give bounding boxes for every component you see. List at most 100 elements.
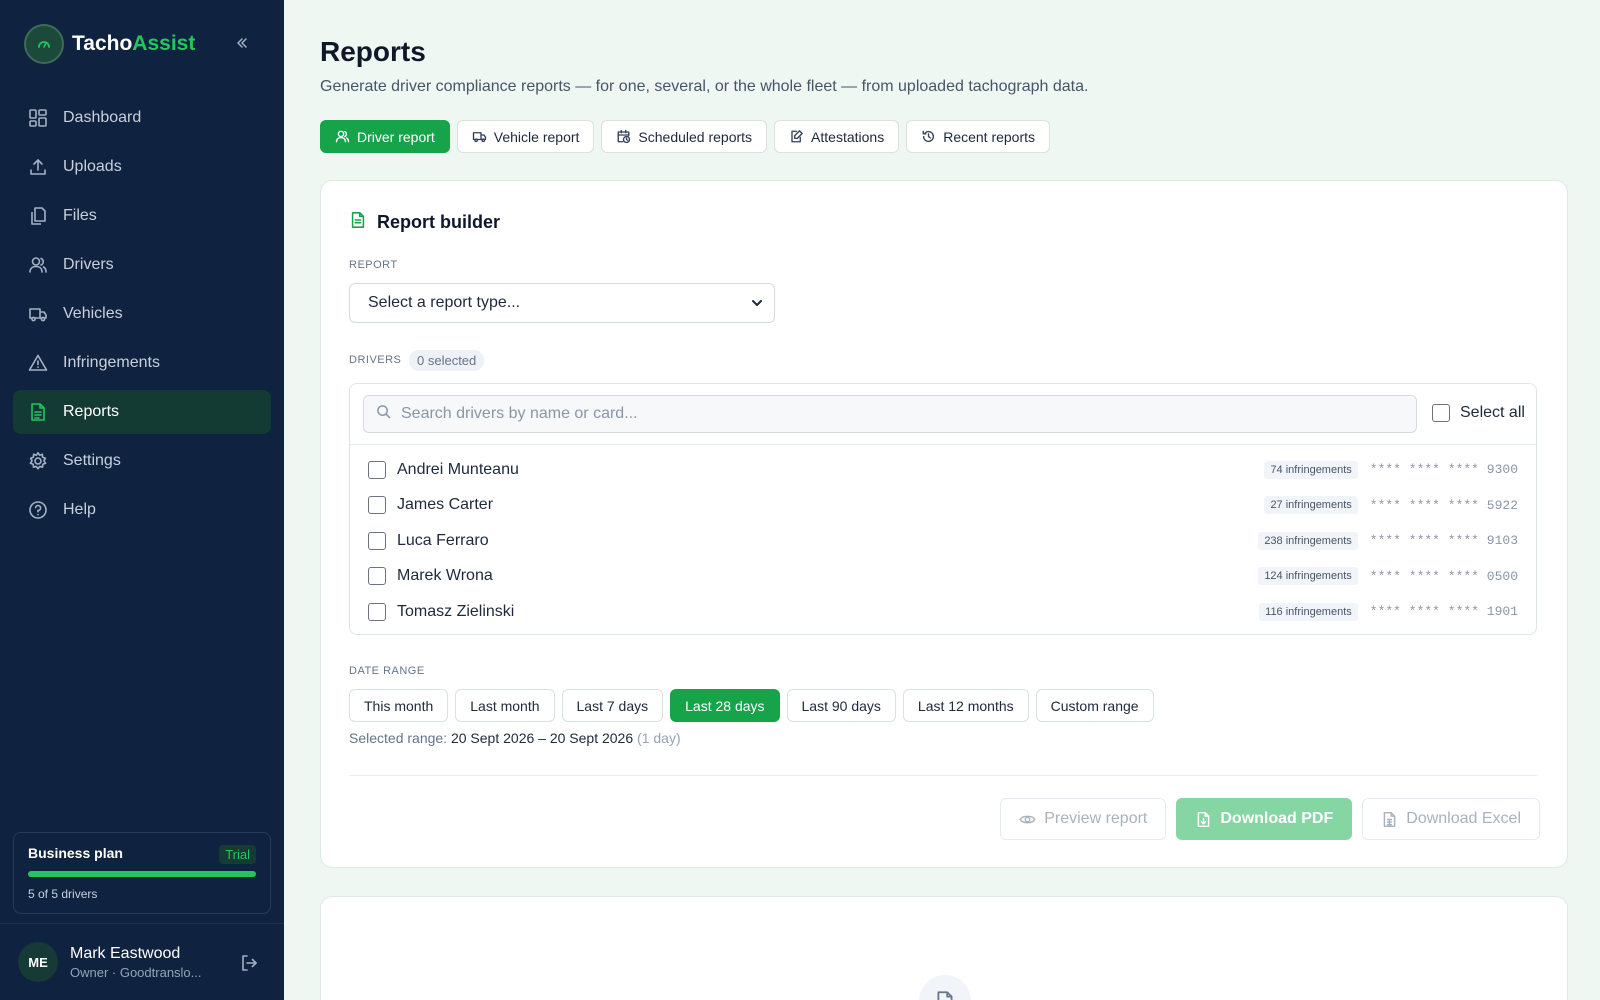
page-subtitle: Generate driver compliance reports — for… (320, 78, 1089, 95)
driver-name[interactable]: Tomasz Zielinski (397, 603, 514, 621)
users-icon (27, 254, 49, 276)
driver-row[interactable]: Tomasz Zielinski 116 infringements **** … (350, 594, 1536, 630)
brand-name: TachoAssist (72, 32, 195, 56)
select-all[interactable]: Select all (1432, 404, 1525, 422)
warning-icon (27, 352, 49, 374)
driver-row[interactable]: Marek Wrona 124 infringements **** **** … (350, 559, 1536, 595)
report-type-value: Select a report type... (368, 294, 521, 311)
plan-usage-fill (28, 871, 256, 877)
sidebar-item-label: Help (63, 501, 96, 518)
truck-icon (472, 129, 488, 145)
sidebar-item-vehicles[interactable]: Vehicles (13, 292, 271, 336)
gear-icon (27, 450, 49, 472)
drivers-selected-count: 0 selected (409, 350, 485, 371)
driver-name[interactable]: Andrei Munteanu (397, 461, 519, 479)
upload-icon (27, 156, 49, 178)
sidebar-item-label: Infringements (63, 354, 160, 371)
range-last-month[interactable]: Last month (455, 689, 555, 722)
tab-recent-reports[interactable]: Recent reports (906, 120, 1051, 153)
infringements-badge: 27 infringements (1264, 496, 1358, 515)
driver-row[interactable]: James Carter 27 infringements **** **** … (350, 488, 1536, 524)
range-last-12-months[interactable]: Last 12 months (902, 689, 1029, 722)
driver-search[interactable] (363, 395, 1417, 433)
tab-vehicle-report[interactable]: Vehicle report (456, 120, 595, 153)
tab-label: Scheduled reports (638, 128, 753, 145)
driver-checkbox[interactable] (368, 567, 386, 586)
sidebar-item-label: Drivers (63, 256, 114, 273)
driver-card-number: **** **** **** 1901 (1369, 604, 1518, 620)
sidebar-item-label: Uploads (63, 158, 122, 175)
infringements-badge: 74 infringements (1264, 460, 1358, 479)
tab-scheduled-reports[interactable]: Scheduled reports (601, 120, 768, 153)
tab-label: Attestations (811, 128, 885, 145)
speedometer-logo-icon (24, 24, 64, 64)
selected-range-days: (1 day) (637, 730, 681, 746)
preview-report-button[interactable]: Preview report (1000, 798, 1167, 840)
plan-badge: Trial (219, 845, 256, 864)
download-pdf-button[interactable]: Download PDF (1176, 798, 1353, 840)
sidebar-item-dashboard[interactable]: Dashboard (13, 96, 271, 140)
card-title: Report builder (377, 212, 501, 232)
sidebar-item-files[interactable]: Files (13, 194, 271, 238)
report-builder-card: Report builder REPORT Select a report ty… (320, 180, 1568, 868)
user-role: Owner · Goodtranslo... (70, 964, 202, 980)
logout-icon[interactable] (240, 954, 260, 974)
brand-name-part1: Tacho (72, 32, 133, 55)
driver-card-number: **** **** **** 9300 (1369, 462, 1518, 478)
collapse-sidebar-icon[interactable] (232, 33, 252, 53)
user-profile[interactable]: ME Mark Eastwood Owner · Goodtranslo... (18, 942, 202, 982)
range-this-month[interactable]: This month (349, 689, 449, 722)
selected-range-prefix: Selected range: (349, 730, 448, 746)
sidebar-item-reports[interactable]: Reports (13, 390, 271, 434)
driver-row[interactable]: Luca Ferraro 238 infringements **** ****… (350, 523, 1536, 559)
tab-driver-report[interactable]: Driver report (320, 120, 450, 153)
truck-icon (27, 303, 49, 325)
select-all-checkbox[interactable] (1432, 404, 1450, 422)
sidebar-item-settings[interactable]: Settings (13, 439, 271, 483)
sidebar: TachoAssist Dashboard Uploads Files Driv… (0, 0, 284, 1000)
divider (349, 775, 1537, 776)
sidebar-item-label: Reports (63, 403, 120, 420)
date-range-options: This month Last month Last 7 days Last 2… (349, 689, 1161, 722)
driver-name[interactable]: Marek Wrona (397, 567, 493, 585)
file-download-icon (1195, 811, 1212, 828)
eye-icon (1019, 811, 1036, 828)
driver-checkbox[interactable] (368, 460, 386, 479)
tab-label: Recent reports (943, 128, 1036, 145)
sidebar-nav: Dashboard Uploads Files Drivers Vehicles… (13, 96, 271, 537)
plan-usage-text: 5 of 5 drivers (28, 887, 98, 901)
infringements-badge: 116 infringements (1259, 602, 1358, 621)
driver-row[interactable]: Andrei Munteanu 74 infringements **** **… (350, 452, 1536, 488)
sidebar-item-label: Vehicles (63, 305, 123, 322)
range-last-28-days[interactable]: Last 28 days (670, 689, 780, 722)
plan-card[interactable]: Business plan Trial 5 of 5 drivers (13, 832, 271, 914)
user-name: Mark Eastwood (70, 944, 181, 962)
driver-name[interactable]: Luca Ferraro (397, 532, 489, 550)
driver-name[interactable]: James Carter (397, 496, 493, 514)
selected-range: Selected range: 20 Sept 2026 – 20 Sept 2… (349, 730, 681, 746)
files-icon (27, 205, 49, 227)
driver-card-number: **** **** **** 9103 (1369, 533, 1518, 549)
brand[interactable]: TachoAssist (24, 24, 195, 64)
range-custom[interactable]: Custom range (1035, 689, 1154, 722)
main-content: Reports Generate driver compliance repor… (284, 0, 1600, 1000)
driver-card-number: **** **** **** 5922 (1369, 497, 1518, 513)
divider (0, 923, 284, 924)
sidebar-item-label: Dashboard (63, 109, 142, 126)
driver-checkbox[interactable] (368, 531, 386, 550)
range-last-90-days[interactable]: Last 90 days (786, 689, 896, 722)
driver-checkbox[interactable] (368, 602, 386, 621)
infringements-badge: 238 infringements (1258, 531, 1358, 550)
report-type-select[interactable]: Select a report type... (349, 283, 775, 323)
driver-search-input[interactable] (401, 405, 1381, 423)
tab-attestations[interactable]: Attestations (774, 120, 900, 153)
sidebar-item-help[interactable]: Help (13, 488, 271, 532)
range-last-7-days[interactable]: Last 7 days (561, 689, 664, 722)
download-excel-button[interactable]: Download Excel (1362, 798, 1540, 840)
sidebar-item-drivers[interactable]: Drivers (13, 243, 271, 287)
sidebar-item-uploads[interactable]: Uploads (13, 145, 271, 189)
tab-label: Driver report (357, 128, 435, 145)
sidebar-item-infringements[interactable]: Infringements (13, 341, 271, 385)
select-all-label: Select all (1460, 404, 1525, 421)
driver-checkbox[interactable] (368, 496, 386, 515)
